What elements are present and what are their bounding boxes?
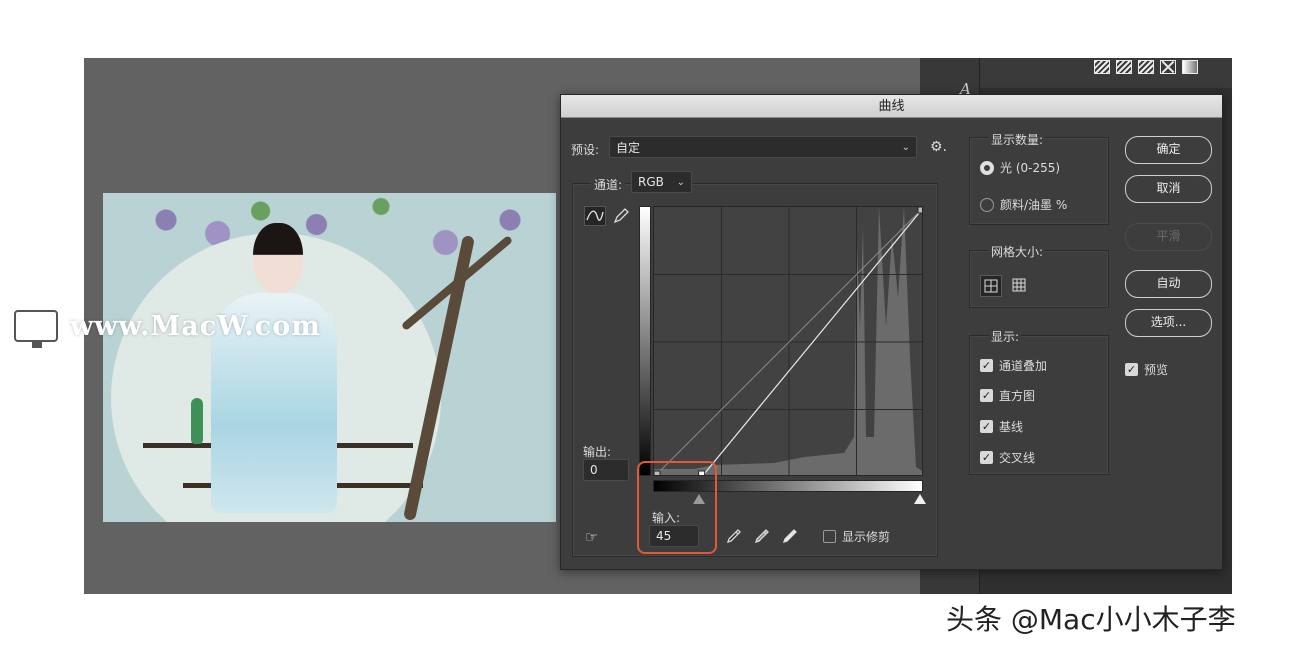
footer-watermark: 头条 @Mac小小木子李 xyxy=(946,603,1236,636)
preset-label: 预设: xyxy=(571,143,600,157)
show-title: 显示: xyxy=(989,328,1022,345)
adjustments-bar xyxy=(980,58,1232,88)
display-light-option[interactable]: 光 (0-255) xyxy=(980,159,1060,176)
baseline-label: 基线 xyxy=(999,420,1024,434)
white-point-slider[interactable] xyxy=(914,494,926,504)
intersection-line-label: 交叉线 xyxy=(999,451,1036,465)
channel-overlays-checkbox[interactable]: ✓ xyxy=(980,359,993,372)
channel-mixer-icon[interactable] xyxy=(1160,60,1176,74)
output-value: 0 xyxy=(590,463,598,477)
channel-overlays-label: 通道叠加 xyxy=(999,359,1048,373)
preset-value: 自定 xyxy=(616,140,641,155)
ok-button[interactable]: 确定 xyxy=(1125,136,1212,164)
show-baseline[interactable]: ✓ 基线 xyxy=(980,418,1023,435)
black-eyedropper-icon[interactable] xyxy=(725,527,743,545)
preview-option[interactable]: ✓ 预览 xyxy=(1125,361,1168,378)
preset-select[interactable]: 自定 ⌄ xyxy=(609,136,917,158)
baseline-checkbox[interactable]: ✓ xyxy=(980,420,993,433)
gray-eyedropper-icon[interactable] xyxy=(753,527,771,545)
show-clipping-label: 显示修剪 xyxy=(842,530,891,544)
monitor-logo-icon xyxy=(14,310,58,348)
options-button[interactable]: 选项... xyxy=(1125,309,1212,337)
channel-value: RGB xyxy=(638,175,664,189)
grid-size-title: 网格大小: xyxy=(989,243,1046,260)
show-histogram[interactable]: ✓ 直方图 xyxy=(980,387,1035,404)
display-amount-title: 显示数量: xyxy=(989,131,1046,148)
display-pigment-label: 颜料/油墨 % xyxy=(1000,198,1068,212)
radio-light[interactable] xyxy=(980,160,994,175)
channel-select[interactable]: RGB ⌄ xyxy=(631,171,692,193)
detailed-grid-icon[interactable] xyxy=(1009,275,1031,297)
simple-grid-icon[interactable] xyxy=(980,275,1002,297)
show-clipping-checkbox[interactable] xyxy=(823,530,836,543)
curve-point[interactable] xyxy=(917,207,923,214)
preset-options-gear-icon[interactable]: ⚙. xyxy=(930,139,947,155)
preview-label: 预览 xyxy=(1144,363,1169,377)
dialog-title: 曲线 xyxy=(561,95,1222,118)
exposure-adjustment-icon[interactable] xyxy=(1116,60,1132,74)
output-gradient-bar xyxy=(639,206,651,476)
display-pigment-option[interactable]: 颜料/油墨 % xyxy=(980,196,1067,213)
show-channel-overlays[interactable]: ✓ 通道叠加 xyxy=(980,357,1047,374)
smooth-button[interactable]: 平滑 xyxy=(1125,223,1212,251)
pencil-icon[interactable] xyxy=(611,206,631,226)
targeted-adjustment-icon[interactable]: ☞ xyxy=(585,528,598,546)
curve-graph-svg xyxy=(654,207,923,475)
display-light-label: 光 (0-255) xyxy=(1000,161,1061,175)
histogram-checkbox[interactable]: ✓ xyxy=(980,389,993,402)
chevron-down-icon: ⌄ xyxy=(676,176,685,188)
vase xyxy=(191,398,203,444)
curve-graph[interactable] xyxy=(653,206,923,476)
curves-adjustment-icon[interactable] xyxy=(1094,60,1110,74)
figure-head xyxy=(253,223,303,293)
input-highlight-box xyxy=(637,461,717,554)
gradient-map-icon[interactable] xyxy=(1182,60,1198,74)
output-label: 输出: xyxy=(583,445,612,459)
site-watermark: www.MacW.com xyxy=(14,310,321,348)
cancel-button[interactable]: 取消 xyxy=(1125,175,1212,203)
vibrance-adjustment-icon[interactable] xyxy=(1138,60,1154,74)
radio-pigment[interactable] xyxy=(980,197,994,212)
chevron-down-icon: ⌄ xyxy=(901,141,910,153)
canvas-image xyxy=(103,193,556,522)
site-watermark-text: www.MacW.com xyxy=(70,310,321,342)
auto-button[interactable]: 自动 xyxy=(1125,270,1212,298)
show-intersection-line[interactable]: ✓ 交叉线 xyxy=(980,449,1035,466)
intersection-line-checkbox[interactable]: ✓ xyxy=(980,451,993,464)
histogram-label: 直方图 xyxy=(999,389,1036,403)
white-eyedropper-icon[interactable] xyxy=(781,527,799,545)
output-field[interactable]: 0 xyxy=(583,459,629,481)
channel-label: 通道: xyxy=(591,176,626,193)
preview-checkbox[interactable]: ✓ xyxy=(1125,363,1138,376)
show-clipping-option[interactable]: 显示修剪 xyxy=(823,528,890,545)
curve-point-tool-icon[interactable] xyxy=(584,206,606,226)
